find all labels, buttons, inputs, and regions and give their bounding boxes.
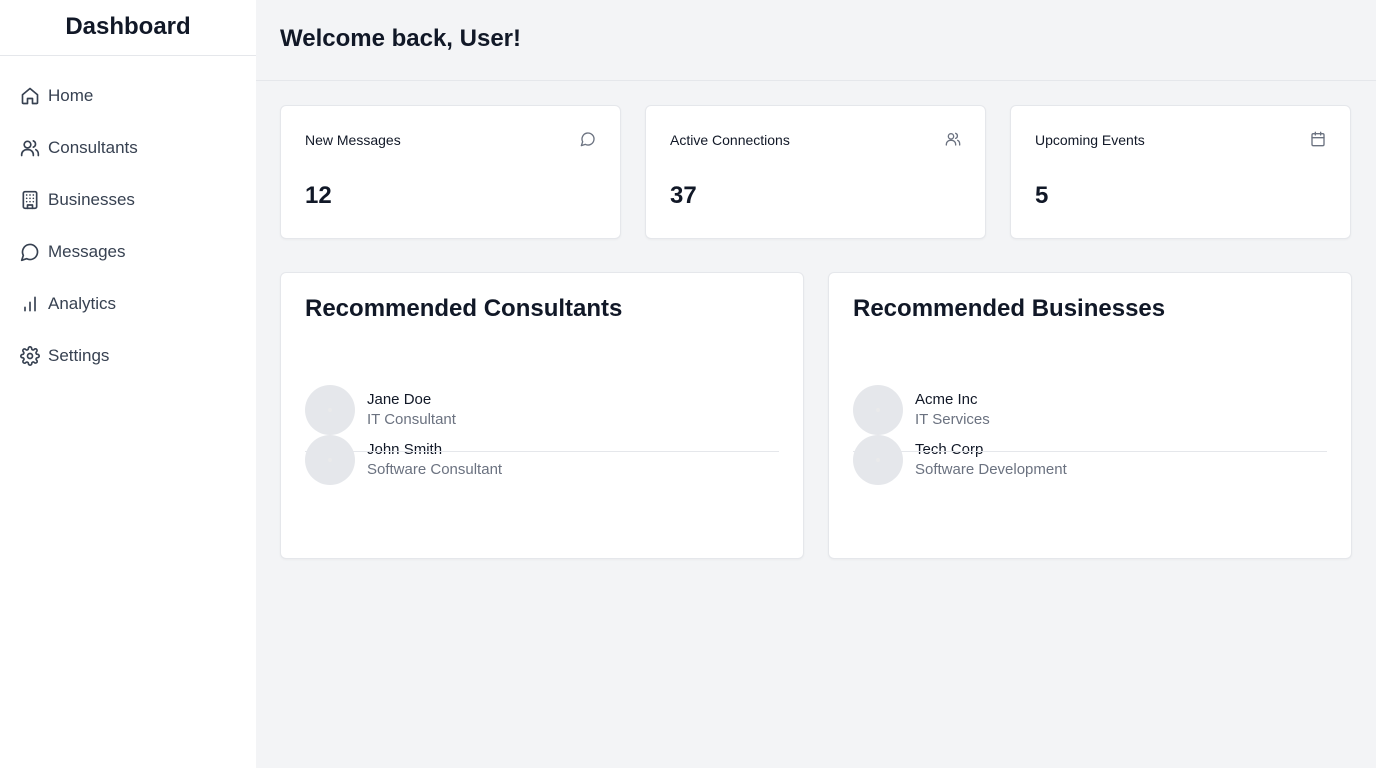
stat-card-active-connections: Active Connections 37: [645, 105, 986, 239]
avatar: [305, 385, 355, 435]
consultants-list: Jane Doe IT Consultant John Smith Softwa…: [305, 385, 779, 485]
stats-row: New Messages 12 Active Connections 37 Up…: [280, 105, 1352, 239]
list-item[interactable]: Jane Doe IT Consultant: [305, 385, 779, 435]
avatar: [305, 435, 355, 485]
divider: [305, 451, 779, 452]
recommended-consultants-panel: Recommended Consultants Jane Doe IT Cons…: [280, 272, 804, 559]
users-icon: [945, 131, 961, 147]
sidebar-item-analytics[interactable]: Analytics: [0, 278, 256, 330]
item-role: Software Consultant: [367, 461, 503, 478]
panel-title: Recommended Consultants: [305, 295, 623, 322]
item-name: Tech Corp: [915, 441, 984, 458]
brand-title: Dashboard: [0, 0, 256, 56]
sidebar-item-home[interactable]: Home: [0, 70, 256, 122]
stat-value: 5: [1035, 182, 1049, 209]
home-icon: [20, 86, 40, 106]
stat-value: 12: [305, 182, 332, 209]
page-title: Welcome back, User!: [280, 25, 521, 52]
content-area: New Messages 12 Active Connections 37 Up…: [256, 81, 1376, 583]
message-icon: [20, 242, 40, 262]
sidebar-item-messages[interactable]: Messages: [0, 226, 256, 278]
list-item[interactable]: Tech Corp Software Development: [853, 435, 1327, 485]
message-icon: [580, 131, 596, 147]
page-header: Welcome back, User!: [256, 0, 1376, 81]
sidebar: Dashboard Home Consultants Businesses Me…: [0, 0, 256, 768]
sidebar-item-label: Businesses: [48, 190, 135, 209]
sidebar-item-label: Home: [48, 86, 94, 105]
recommendations-row: Recommended Consultants Jane Doe IT Cons…: [280, 272, 1352, 559]
avatar: [853, 435, 903, 485]
app-root: Dashboard Home Consultants Businesses Me…: [0, 0, 1376, 768]
stat-card-new-messages: New Messages 12: [280, 105, 621, 239]
users-icon: [20, 138, 40, 158]
sidebar-item-label: Consultants: [48, 138, 138, 157]
recommended-businesses-panel: Recommended Businesses Acme Inc IT Servi…: [828, 272, 1352, 559]
building-icon: [20, 190, 40, 210]
main-content: Welcome back, User! New Messages 12 Acti…: [256, 0, 1376, 768]
sidebar-item-settings[interactable]: Settings: [0, 330, 256, 382]
divider: [853, 451, 1327, 452]
list-item[interactable]: John Smith Software Consultant: [305, 435, 779, 485]
sidebar-item-label: Messages: [48, 242, 126, 261]
stat-title: Active Connections: [670, 132, 790, 148]
businesses-list: Acme Inc IT Services Tech Corp Software …: [853, 385, 1327, 485]
avatar: [853, 385, 903, 435]
calendar-icon: [1310, 131, 1326, 147]
item-role: Software Development: [915, 461, 1067, 478]
sidebar-item-businesses[interactable]: Businesses: [0, 174, 256, 226]
gear-icon: [20, 346, 40, 366]
sidebar-item-label: Analytics: [48, 294, 117, 313]
stat-title: New Messages: [305, 132, 401, 148]
stat-title: Upcoming Events: [1035, 132, 1145, 148]
stat-value: 37: [670, 182, 697, 209]
sidebar-nav: Home Consultants Businesses Messages Ana…: [0, 56, 256, 382]
stat-card-upcoming-events: Upcoming Events 5: [1010, 105, 1351, 239]
bar-chart-icon: [20, 294, 40, 314]
item-role: IT Consultant: [367, 411, 456, 428]
item-name: Acme Inc: [915, 391, 978, 408]
sidebar-item-label: Settings: [48, 346, 110, 365]
list-item[interactable]: Acme Inc IT Services: [853, 385, 1327, 435]
item-role: IT Services: [915, 411, 990, 428]
item-name: Jane Doe: [367, 391, 432, 408]
item-name: John Smith: [367, 441, 443, 458]
panel-title: Recommended Businesses: [853, 295, 1166, 322]
sidebar-item-consultants[interactable]: Consultants: [0, 122, 256, 174]
